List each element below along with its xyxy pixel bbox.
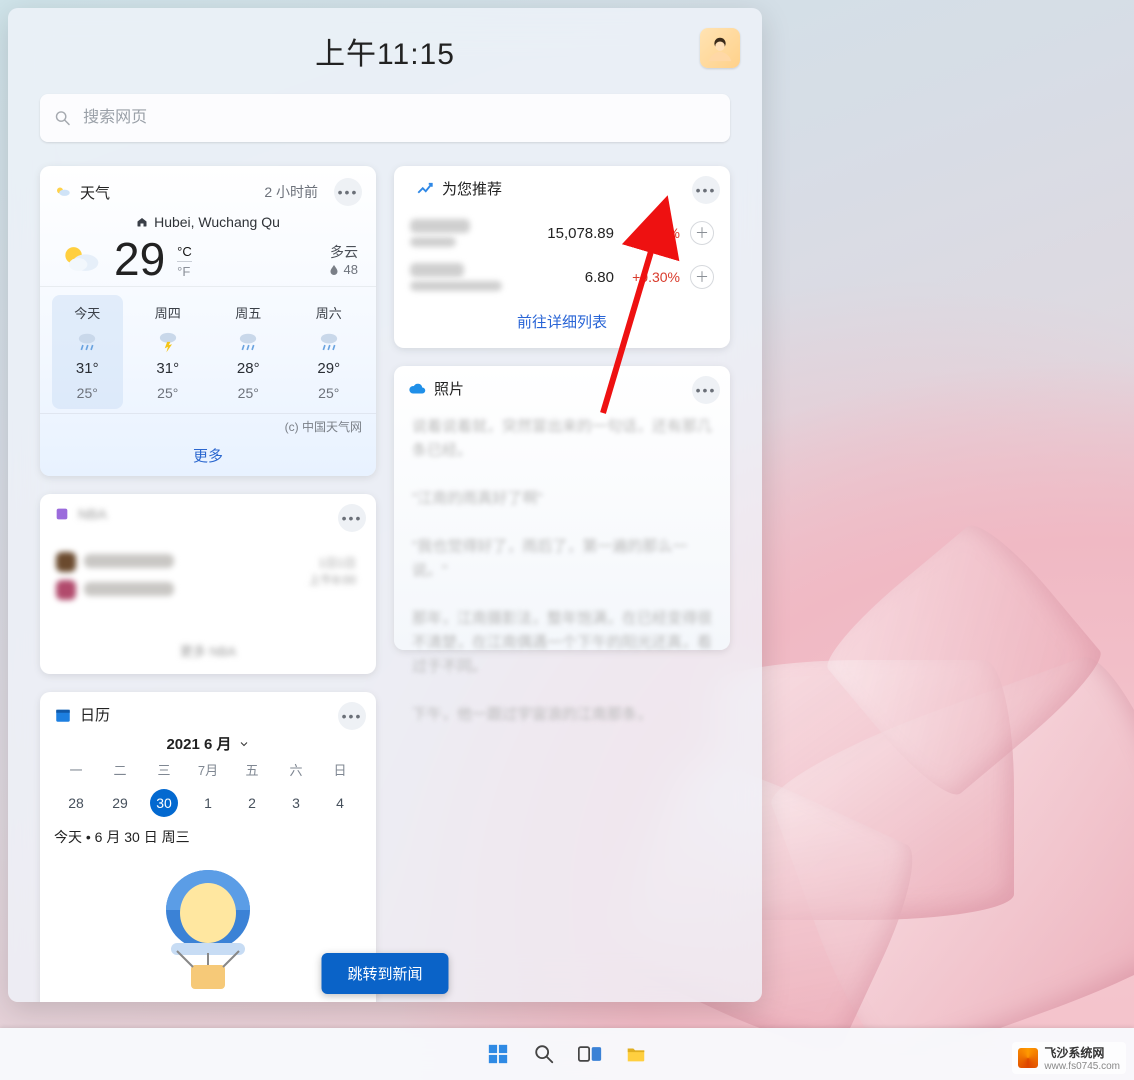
cloud-icon (408, 380, 426, 398)
clock-text: 上午11:15 (315, 29, 455, 73)
weather-humidity: 48 (328, 262, 358, 277)
sports-time: 上午8:00 (309, 571, 356, 588)
stock-row[interactable]: 15,078.89 +0.53% ＋ (402, 211, 722, 255)
desktop-wallpaper: 上午11:15 天气 2 小时前 ••• (0, 0, 1134, 1080)
windows-icon (487, 1043, 509, 1065)
calendar-title: 日历 (80, 704, 110, 725)
chevron-down-icon (238, 738, 250, 750)
calendar-icon (54, 706, 72, 724)
weather-icon (54, 183, 72, 201)
sports-footer[interactable]: 更多 NBA (40, 641, 376, 660)
watermark: 飞沙系统网 www.fs0745.com (1012, 1042, 1126, 1074)
weather-updated: 2 小时前 (264, 182, 318, 202)
forecast-day[interactable]: 今天 31° 25° (52, 295, 123, 409)
photos-title: 照片 (434, 378, 464, 399)
profile-avatar[interactable] (700, 28, 740, 68)
search-input[interactable] (81, 108, 716, 128)
watermark-brand: 飞沙系统网 (1044, 1044, 1120, 1061)
calendar-month-picker[interactable]: 2021 6 月 (40, 733, 376, 754)
unit-f[interactable]: °F (177, 261, 192, 279)
search-box[interactable] (40, 94, 730, 142)
sports-time: 1日1日 (309, 554, 356, 571)
stock-row[interactable]: 6.80 +0.30% ＋ (402, 255, 722, 299)
forecast-day[interactable]: 周五 28° 25° (213, 295, 284, 409)
weekday-header: 日 (318, 760, 362, 779)
widgets-panel: 上午11:15 天气 2 小时前 ••• (8, 8, 762, 1002)
rain-icon (235, 328, 261, 354)
weather-unit-toggle[interactable]: °C °F (177, 244, 192, 279)
weekday-header: 五 (230, 760, 274, 779)
rain-icon (74, 328, 100, 354)
chart-icon (416, 180, 434, 198)
sports-title: NBA (78, 506, 107, 522)
home-icon (136, 216, 148, 228)
calendar-day[interactable]: 3 (282, 789, 310, 817)
partly-cloudy-icon (58, 237, 102, 281)
start-button[interactable] (484, 1040, 512, 1068)
calendar-day[interactable]: 4 (326, 789, 354, 817)
thunder-icon (155, 328, 181, 354)
unit-c[interactable]: °C (177, 244, 192, 259)
jump-to-news-button[interactable]: 跳转到新闻 (321, 953, 448, 994)
forecast-day[interactable]: 周四 31° 25° (133, 295, 204, 409)
add-stock-button[interactable]: ＋ (690, 221, 714, 245)
stock-value: 15,078.89 (536, 225, 614, 242)
calendar-day-selected[interactable]: 30 (150, 789, 178, 817)
weather-location: Hubei, Wuchang Qu (40, 214, 376, 230)
stock-change: +0.30% (624, 269, 680, 285)
calendar-more-button[interactable]: ••• (338, 702, 366, 730)
calendar-day[interactable]: 2 (238, 789, 266, 817)
weather-condition: 多云 (328, 242, 358, 262)
calendar-today-line: 今天 • 6 月 30 日 周三 (40, 823, 376, 857)
weather-temp: 29 (114, 236, 165, 282)
droplet-icon (328, 264, 340, 276)
weather-title: 天气 (80, 182, 110, 203)
stock-change: +0.53% (624, 225, 680, 241)
photos-more-button[interactable]: ••• (692, 376, 720, 404)
weekday-header: 二 (98, 760, 142, 779)
calendar-grid: 一 二 三 7月 五 六 日 28 29 30 1 2 3 4 (40, 754, 376, 823)
taskbar-search-button[interactable] (530, 1040, 558, 1068)
weather-location-text: Hubei, Wuchang Qu (154, 214, 280, 230)
forecast-row: 今天 31° 25° 周四 31° 25° 周五 (40, 286, 376, 414)
forecast-day[interactable]: 周六 29° 25° (294, 295, 365, 409)
sports-more-button[interactable]: ••• (338, 504, 366, 532)
weather-more-button[interactable]: ••• (334, 178, 362, 206)
folder-icon (624, 1043, 648, 1065)
calendar-day[interactable]: 29 (106, 789, 134, 817)
recommend-more-button[interactable]: ••• (692, 176, 720, 204)
search-icon (54, 109, 71, 127)
weekday-header: 六 (274, 760, 318, 779)
weekday-header: 7月 (186, 760, 230, 779)
add-stock-button[interactable]: ＋ (690, 265, 714, 289)
avatar-icon (705, 33, 735, 63)
sports-widget[interactable]: NBA ••• 1日1日 上午8:00 更多 NBA (40, 494, 376, 674)
recommend-details-link[interactable]: 前往详细列表 (402, 299, 722, 344)
task-view-button[interactable] (576, 1040, 604, 1068)
weather-widget[interactable]: 天气 2 小时前 ••• Hubei, Wuchang Qu 29 °C (40, 166, 376, 476)
watermark-logo-icon (1018, 1048, 1038, 1068)
weekday-header: 三 (142, 760, 186, 779)
weather-credit: (c) 中国天气网 (40, 414, 376, 435)
calendar-day[interactable]: 28 (62, 789, 90, 817)
explorer-button[interactable] (622, 1040, 650, 1068)
sports-icon (54, 506, 70, 522)
weather-more-link[interactable]: 更多 (40, 435, 376, 476)
watermark-url: www.fs0745.com (1044, 1061, 1120, 1072)
calendar-day[interactable]: 1 (194, 789, 222, 817)
rain-icon (316, 328, 342, 354)
task-view-icon (578, 1043, 602, 1065)
taskbar (0, 1028, 1134, 1080)
recommend-widget[interactable]: 为您推荐 ••• 15,078.89 +0.53% ＋ 6.80 +0.30% … (394, 166, 730, 348)
photos-widget[interactable]: 照片 ••• 说着说着就，突然冒出来的一句话，还有那几条已经。 "江南的雨真好了… (394, 366, 730, 650)
stock-value: 6.80 (536, 269, 614, 286)
weekday-header: 一 (54, 760, 98, 779)
search-icon (533, 1043, 555, 1065)
balloon-icon (153, 865, 263, 1002)
photos-blurred-content: 说着说着就，突然冒出来的一句话，还有那几条已经。 "江南的雨真好了啊" "我也觉… (394, 411, 730, 737)
recommend-title: 为您推荐 (442, 178, 502, 199)
